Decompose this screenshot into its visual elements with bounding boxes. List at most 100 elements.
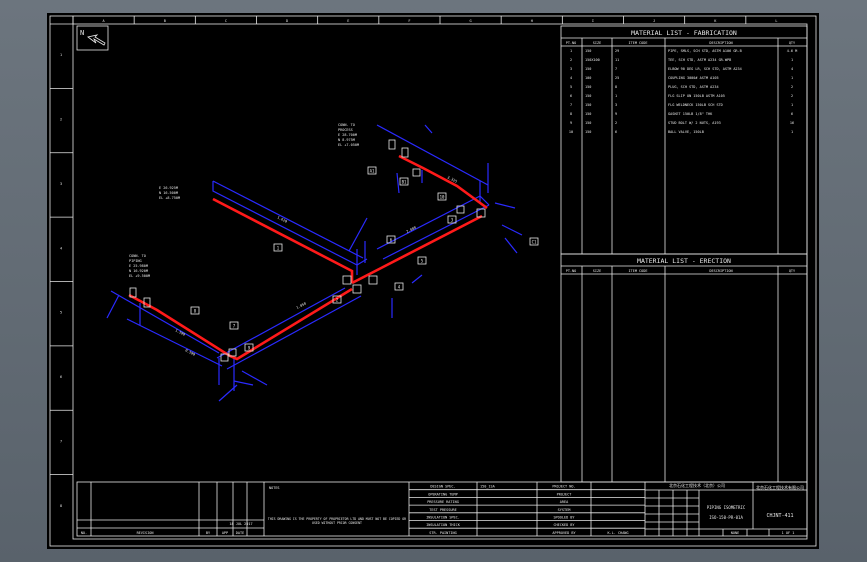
callout-tag: 7: [229, 321, 239, 330]
svg-text:A1: A1: [370, 169, 375, 174]
fab-cell: GASKET 150LB 1/8" THK: [668, 112, 713, 116]
svg-text:7: 7: [233, 324, 236, 329]
north-label: N: [80, 29, 84, 37]
row-number: 6: [60, 375, 62, 379]
column-ruler: A B C D E F G H I J K L: [72, 16, 777, 24]
callout-tag: 5: [417, 256, 427, 265]
company-name-cn: 北京石化工程技术（北京）公司: [669, 482, 725, 488]
pipe-route: [128, 154, 488, 361]
svg-text:5: 5: [421, 259, 424, 264]
svg-text:10: 10: [440, 195, 445, 200]
fab-cell: 150: [585, 130, 591, 134]
dim-2: 1.050: [296, 302, 307, 310]
column-letter: G: [470, 19, 472, 23]
company-name-cn-2: 北京石化工程技术有限公司: [756, 484, 804, 490]
erc-header-ptno: PT.NO: [566, 269, 577, 273]
fab-cell: 6: [615, 130, 617, 134]
rev-header-by: BY: [206, 531, 211, 535]
row-number: 2: [60, 118, 62, 122]
fabrication-rows: 1 150 29 PIPE, SMLS, SCH STD, ASTM A106 GR.…: [569, 49, 797, 134]
left-nozzle-line-3: E 25.980M: [129, 264, 148, 268]
fab-cell: 1: [791, 103, 793, 107]
fab-cell: 150: [585, 94, 591, 98]
project-label: AREA: [560, 500, 569, 504]
fab-cell: 150: [585, 121, 591, 125]
rev-header-revision: REVISION: [137, 531, 154, 535]
upper-left-line-2: N 16.500M: [159, 191, 178, 195]
erc-header-description: DESCRIPTION: [709, 269, 732, 273]
column-letter: A: [103, 19, 106, 23]
erc-header-itemcode: ITEM CODE: [629, 269, 648, 273]
fab-header-description: DESCRIPTION: [709, 41, 732, 45]
notes-text-box: THIS DRAWING IS THE PROPERTY OF PROPRIET…: [268, 517, 406, 525]
notes-label: NOTES: [269, 486, 280, 490]
row-number: 5: [60, 311, 62, 315]
fab-cell: 3: [615, 103, 617, 107]
title-block: NO. REVISION BY APP DATE 18 JUL 2017 NOT…: [76, 481, 808, 537]
fab-header-size: SIZE: [593, 41, 601, 45]
design-label: DESIGN SPEC.: [430, 485, 455, 489]
erc-header-qty: QTY: [789, 269, 796, 273]
top-nozzle-line-4: N 8.975M: [338, 138, 355, 142]
sheet-label: 1 OF 1: [782, 531, 795, 535]
project-label: SPOOLED BY: [553, 516, 575, 520]
fab-cell: 6: [570, 94, 572, 98]
drawing-sheet: A B C D E F G H I J K L 1 2 3 4 5 6 7 8 N MATERIAL LIST - …: [47, 13, 819, 549]
project-label: CHECKED BY: [553, 523, 575, 527]
fabrication-title: MATERIAL LIST - FABRICATION: [631, 29, 737, 37]
fab-cell: 1: [570, 49, 572, 53]
dim-6: 0.500: [185, 348, 196, 356]
upper-left-line-3: EL +8.750M: [159, 196, 180, 200]
inner-border: [72, 23, 808, 540]
fab-cell: 1: [791, 58, 793, 62]
fab-cell: 3: [570, 67, 572, 71]
left-nozzle-line-2: PIPING: [129, 259, 142, 263]
north-arrow-icon: [87, 34, 106, 46]
fab-cell: 2: [570, 58, 572, 62]
erection-title: MATERIAL LIST - ERECTION: [637, 257, 731, 265]
project-data: PROJECT NO. PROJECT AREA SYSTEM SPOOLED BY CH…: [552, 485, 628, 535]
callout-tag: 8: [190, 306, 200, 315]
left-nozzle-line-5: EL +9.500M: [129, 274, 150, 278]
fab-cell: 8: [570, 112, 572, 116]
fab-cell: COUPLING 3000# ASTM A105: [668, 76, 719, 80]
fab-cell: 29: [615, 49, 619, 53]
row-number: 3: [60, 182, 62, 186]
drawing-number: ISO-150-PR-01A: [709, 515, 743, 520]
callout-tag: A1: [367, 166, 377, 175]
fab-cell: 150: [585, 85, 591, 89]
north-arrow: N: [76, 25, 109, 51]
column-letter: C: [225, 19, 227, 23]
column-letter: E: [347, 19, 349, 23]
row-number: 4: [60, 246, 62, 250]
fab-cell: 8: [615, 85, 617, 89]
svg-text:C1: C1: [532, 240, 537, 245]
rev-header-date: DATE: [236, 531, 244, 535]
fab-cell: 25: [615, 76, 619, 80]
project-label: PROJECT: [557, 492, 573, 496]
column-letter: B: [164, 19, 166, 23]
design-data: DESIGN SPEC. 150_1SA OPERATING TEMP PRESSUR…: [409, 485, 645, 535]
callout-tag: 1: [273, 243, 283, 252]
fab-header-qty: QTY: [789, 41, 796, 45]
scale-label: NONE: [731, 531, 739, 535]
fab-cell: 1: [791, 130, 793, 134]
fab-cell: BALL VALVE, 150LB: [668, 130, 704, 134]
rev-date: 18 JUL 2017: [229, 522, 252, 526]
fab-cell: 2: [791, 94, 793, 98]
fab-cell: 11: [615, 58, 619, 62]
design-value: 150_1SA: [480, 485, 496, 489]
fab-header-ptno: PT.NO: [566, 41, 577, 45]
column-letter: J: [653, 19, 655, 23]
row-number: 1: [60, 53, 62, 57]
top-nozzle-line-3: E 28.700M: [338, 133, 357, 137]
row-ruler: 1 2 3 4 5 6 7 8: [50, 23, 73, 508]
project-label: SYSTEM: [558, 508, 571, 512]
upper-left-line-1: E 26.925M: [159, 186, 178, 190]
fab-cell: 2: [615, 121, 617, 125]
design-label: TEST PRESSURE: [429, 508, 456, 512]
fab-cell: PIPE, SMLS, SCH STD, ASTM A106 GR.B: [668, 49, 742, 53]
callout-tag: 4: [394, 282, 404, 291]
svg-text:8: 8: [194, 309, 197, 314]
row-number: 8: [60, 504, 62, 508]
